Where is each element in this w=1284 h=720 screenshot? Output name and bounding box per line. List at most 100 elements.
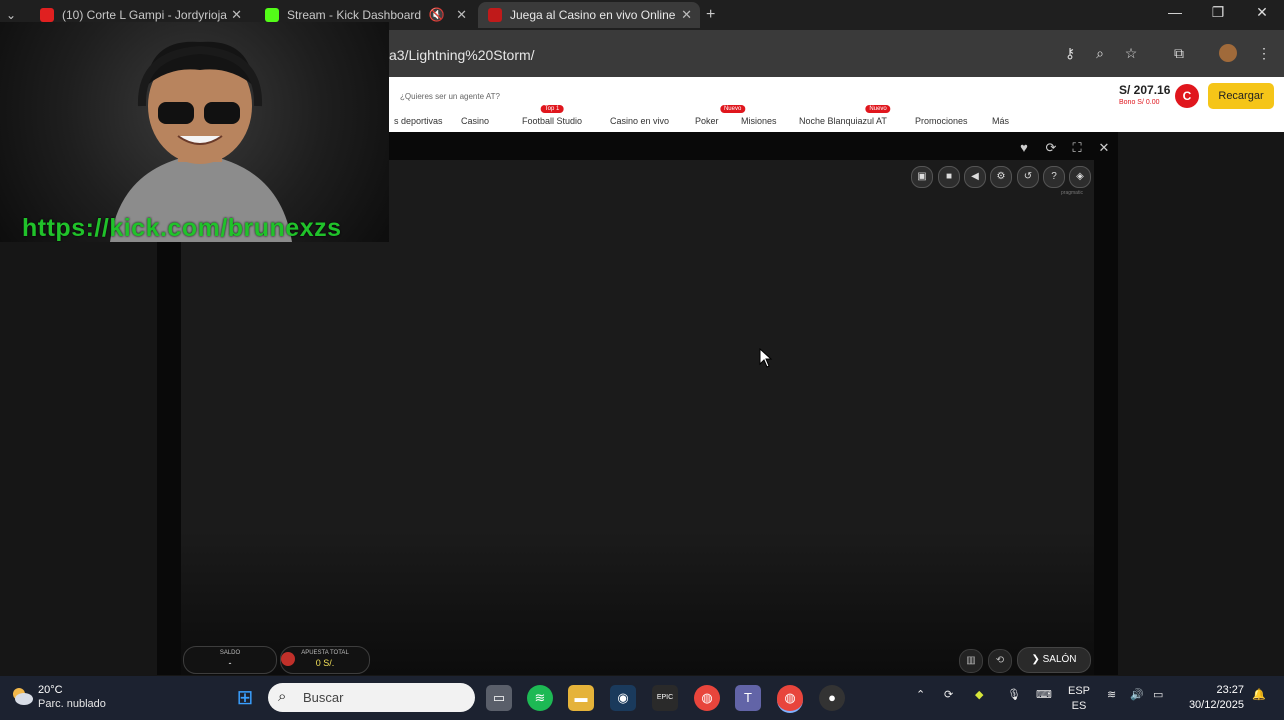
- nav-mas[interactable]: Más: [992, 116, 1009, 126]
- nav-label: Misiones: [741, 116, 777, 126]
- close-window-button[interactable]: ✕: [1242, 4, 1282, 21]
- nav-casino-en-vivo[interactable]: Casino en vivo: [610, 116, 669, 126]
- nav-label: Poker: [695, 116, 719, 126]
- notifications-icon[interactable]: 🔔: [1252, 688, 1266, 701]
- teams-icon[interactable]: T: [735, 685, 761, 711]
- nav-label: Football Studio: [522, 116, 583, 126]
- clock-date: 30/12/2025: [1188, 699, 1244, 711]
- salon-label: SALÓN: [1042, 654, 1077, 665]
- nav-label: Promociones: [915, 116, 968, 126]
- minimize-button[interactable]: —: [1155, 4, 1195, 20]
- keyboard-layout: ES: [1071, 700, 1087, 712]
- spotify-icon[interactable]: ≋: [527, 685, 553, 711]
- nav-casino[interactable]: Casino: [461, 116, 489, 126]
- microphone-icon[interactable]: 🎙: [1007, 688, 1021, 701]
- weather-condition: Parc. nublado: [38, 698, 106, 710]
- provider-logo: pragmatic: [1061, 190, 1083, 196]
- bookmark-star-icon[interactable]: ☆: [1121, 43, 1141, 63]
- nav-label: Casino: [461, 116, 490, 126]
- history-icon[interactable]: ↺: [1017, 166, 1039, 188]
- stats-icon[interactable]: ▥: [959, 649, 983, 673]
- clock-time: 23:27: [1216, 684, 1244, 696]
- kick-icon: [265, 8, 279, 22]
- tab-title: Stream - Kick Dashboard: [287, 8, 422, 22]
- nav-badge: Nuevo: [865, 105, 891, 113]
- search-icon: ⌕: [278, 688, 287, 705]
- language-indicator[interactable]: ESP ES: [1068, 684, 1090, 714]
- chrome-active-icon[interactable]: ◍: [777, 685, 803, 713]
- casino-site-header: ¿Quieres ser un agente AT? s deportivas …: [389, 77, 1284, 132]
- tab-title: Juega al Casino en vivo Online: [510, 8, 676, 22]
- nav-label: Casino en vivo: [610, 116, 670, 126]
- casino-site-icon: [488, 8, 502, 22]
- wifi-icon[interactable]: ≋: [1107, 688, 1116, 701]
- password-key-icon[interactable]: ⚷: [1060, 43, 1080, 63]
- steam-icon[interactable]: ◉: [610, 685, 636, 711]
- tab-title: (10) Corte L Gampi - Jordyrioja: [62, 8, 227, 22]
- windows-start-icon[interactable]: ⊞: [232, 685, 258, 711]
- user-avatar[interactable]: C: [1175, 84, 1199, 108]
- mouse-cursor-icon: [759, 348, 773, 368]
- language-code: ESP: [1068, 685, 1091, 697]
- salon-button[interactable]: ❯ SALÓN: [1017, 647, 1091, 673]
- sound-icon[interactable]: ◀: [964, 166, 986, 188]
- nav-label: Noche Blanquiazul AT: [799, 116, 887, 126]
- nav-football-studio[interactable]: Top 1 Football Studio: [522, 105, 583, 126]
- nav-poker[interactable]: Nuevo Poker: [695, 105, 746, 126]
- youtube-icon: [40, 8, 54, 22]
- salon-arrow-icon: ❯: [1031, 654, 1043, 665]
- new-tab-button[interactable]: +: [706, 2, 730, 28]
- zoom-icon[interactable]: ⌕: [1090, 43, 1110, 63]
- favorite-heart-icon[interactable]: ♥: [1015, 140, 1033, 155]
- task-view-icon[interactable]: ▭: [486, 685, 512, 711]
- close-game-icon[interactable]: ✕: [1095, 140, 1113, 156]
- nav-deportivas[interactable]: s deportivas: [394, 116, 443, 126]
- help-icon[interactable]: ?: [1043, 166, 1065, 188]
- tab-casino[interactable]: Juega al Casino en vivo Online ✕: [478, 2, 700, 28]
- nav-badge: Nuevo: [719, 105, 746, 113]
- close-icon[interactable]: ✕: [681, 7, 692, 23]
- nav-badge: Top 1: [540, 105, 564, 113]
- app-tray-icon[interactable]: ◆: [975, 688, 983, 701]
- chrome-icon[interactable]: ◍: [694, 685, 720, 711]
- profile-avatar[interactable]: [1219, 44, 1237, 62]
- agent-prompt-link[interactable]: ¿Quieres ser un agente AT?: [400, 92, 500, 101]
- system-clock[interactable]: 23:27 30/12/2025: [1178, 683, 1244, 713]
- search-placeholder: Buscar: [303, 690, 344, 705]
- tray-expand-icon[interactable]: ⌃: [916, 688, 925, 701]
- nav-noche-blanquiazul[interactable]: Nuevo Noche Blanquiazul AT: [799, 105, 891, 126]
- fullscreen-icon[interactable]: ⛶: [1068, 140, 1086, 156]
- lobby-icon[interactable]: ◈: [1069, 166, 1091, 188]
- weather-widget[interactable]: [10, 684, 34, 713]
- saldo-label: SALDO: [219, 650, 241, 656]
- nav-promociones[interactable]: Promociones: [915, 116, 968, 126]
- restore-button[interactable]: ❐: [1198, 4, 1238, 21]
- close-icon[interactable]: ✕: [456, 7, 467, 23]
- volume-icon[interactable]: 🔊: [1130, 688, 1144, 701]
- sync-icon[interactable]: ⟳: [944, 688, 953, 701]
- extensions-icon[interactable]: ⧉: [1169, 43, 1189, 63]
- close-icon[interactable]: ✕: [231, 7, 242, 23]
- menu-dots-icon[interactable]: ⋮: [1254, 43, 1274, 63]
- nav-misiones[interactable]: Misiones: [741, 116, 777, 126]
- stream-url-overlay: https://kick.com/brunexzs: [22, 214, 342, 242]
- mute-icon[interactable]: 🔇: [429, 7, 445, 23]
- repeat-bet-icon[interactable]: ⟲: [988, 649, 1012, 673]
- nav-label: Más: [992, 116, 1010, 126]
- epic-games-icon[interactable]: EPIC: [652, 685, 678, 711]
- video-icon[interactable]: ■: [938, 166, 960, 188]
- taskbar-search[interactable]: ⌕ Buscar: [268, 683, 475, 712]
- streamer-figure: [110, 41, 292, 242]
- keyboard-icon[interactable]: ⌨: [1036, 688, 1052, 701]
- reload-icon[interactable]: ⟳: [1042, 140, 1060, 156]
- settings-gear-icon[interactable]: ⚙: [990, 166, 1012, 188]
- chat-icon[interactable]: ▣: [911, 166, 933, 188]
- battery-icon[interactable]: ▭: [1153, 688, 1163, 701]
- file-explorer-icon[interactable]: ▬: [568, 685, 594, 711]
- plus-icon: +: [706, 6, 716, 23]
- weather-cloud-icon: [13, 688, 33, 705]
- url-field[interactable]: a3/Lightning%20Storm/: [389, 47, 535, 63]
- temperature: 20°C: [38, 684, 63, 696]
- obs-icon[interactable]: ●: [819, 685, 845, 711]
- recargar-button[interactable]: Recargar: [1208, 83, 1274, 109]
